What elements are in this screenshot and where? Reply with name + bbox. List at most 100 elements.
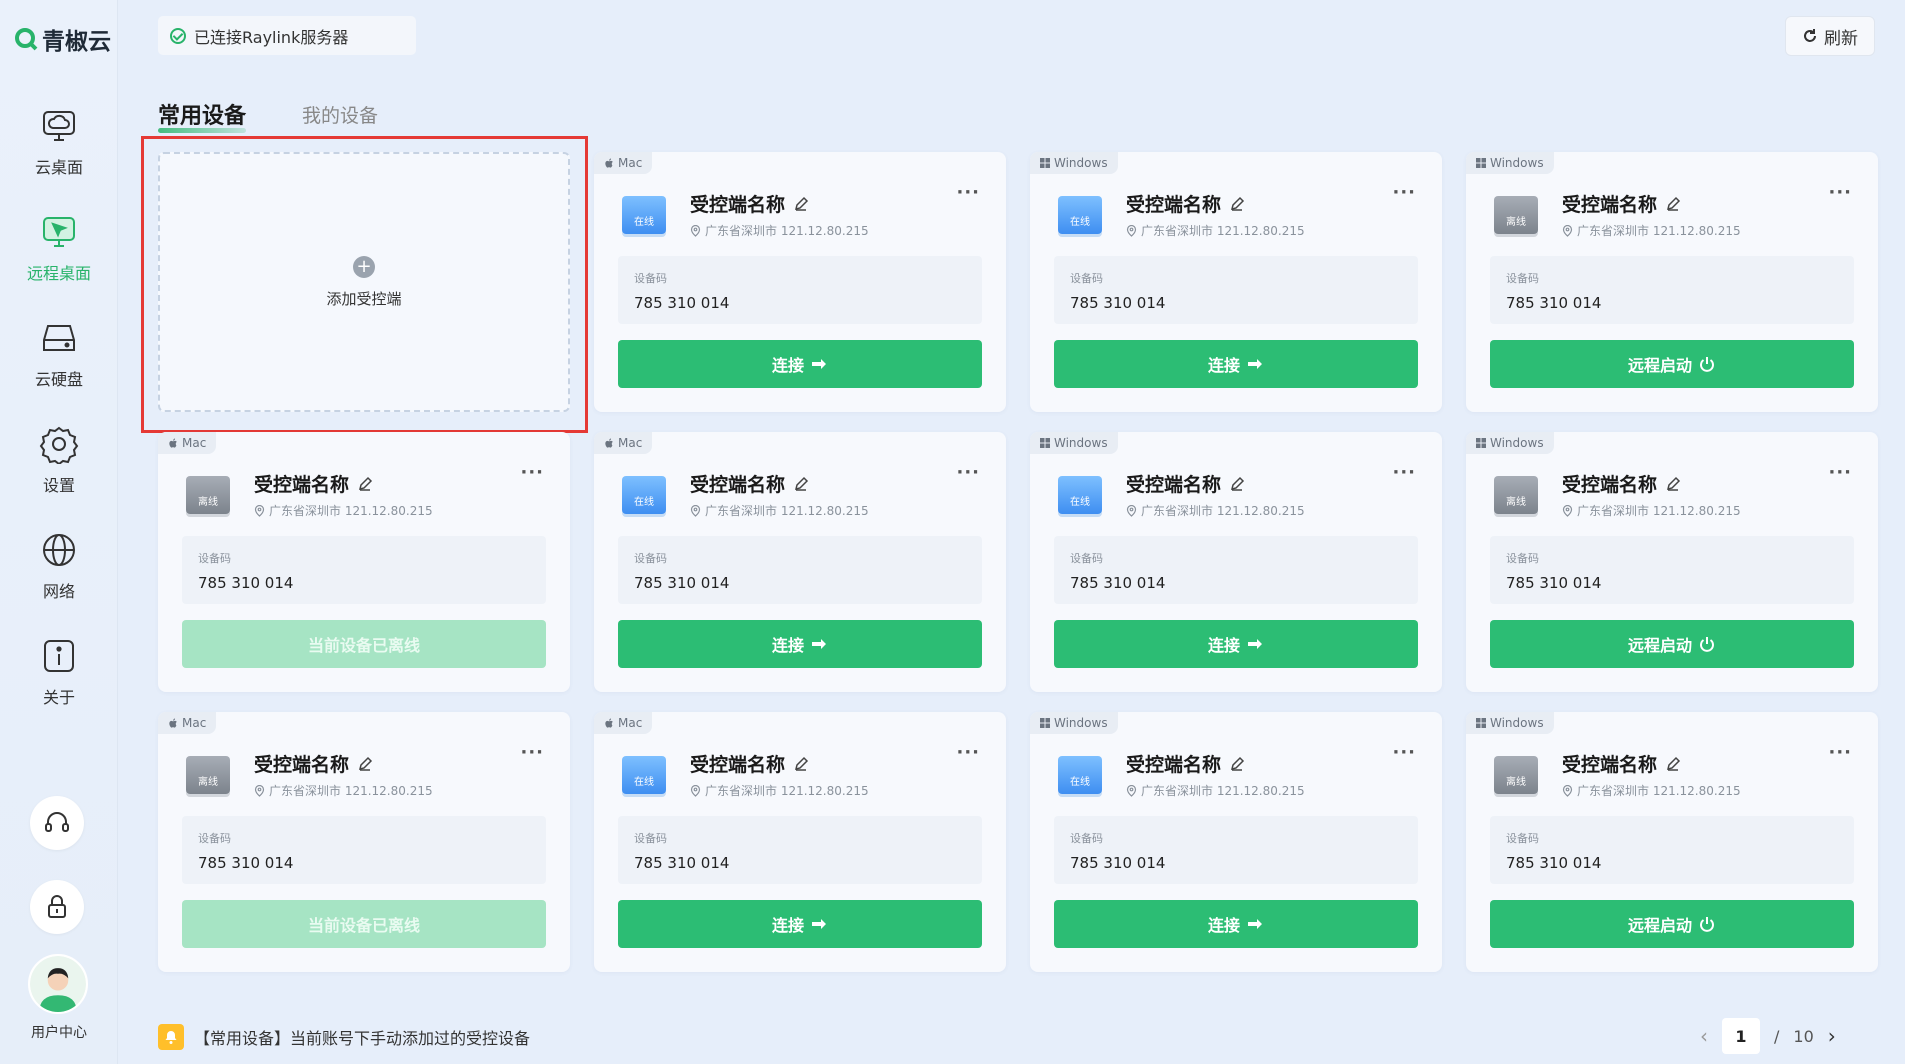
os-label: Mac [618,716,643,730]
device-name: 受控端名称 [1126,750,1245,777]
sidebar-item-remote-desktop[interactable]: 远程桌面 [0,212,118,284]
more-options-icon[interactable]: ··· [520,742,544,763]
more-options-icon[interactable]: ··· [1392,742,1416,763]
device-thumbnail: 离线 [186,476,230,514]
device-card: Windows 离线 受控端名称 广东省深圳市 121.12.80.215 ··· 设备码… [1466,152,1878,412]
offline-button: 当前设备已离线 [182,900,546,948]
location-pin-icon [1126,504,1137,517]
more-options-icon[interactable]: ··· [1828,742,1852,763]
more-options-icon[interactable]: ··· [1392,182,1416,203]
device-status-badge: 在线 [634,217,654,228]
edit-icon[interactable] [357,756,373,772]
sidebar-item-cloud-desktop[interactable]: 云桌面 [0,106,118,178]
windows-icon [1476,718,1486,728]
edit-icon[interactable] [1229,756,1245,772]
connect-button[interactable]: 连接 [1054,340,1418,388]
more-options-icon[interactable]: ··· [956,182,980,203]
os-label: Windows [1054,436,1108,450]
remote-start-button[interactable]: 远程启动 [1490,900,1854,948]
device-code-label: 设备码 [1506,552,1539,565]
device-location: 广东省深圳市 121.12.80.215 [690,222,869,239]
pagination: ‹ 1 / 10 › [1700,1018,1836,1054]
edit-icon[interactable] [357,476,373,492]
device-name-text: 受控端名称 [1562,194,1658,216]
device-name: 受控端名称 [1562,190,1681,217]
more-options-icon[interactable]: ··· [956,462,980,483]
device-name: 受控端名称 [254,470,373,497]
more-options-icon[interactable]: ··· [1392,462,1416,483]
add-tile-label: 添加受控端 [326,289,402,308]
device-status-badge: 在线 [634,777,654,788]
edit-icon[interactable] [1229,196,1245,212]
user-center-label[interactable]: 用户中心 [0,1022,118,1042]
edit-icon[interactable] [1665,196,1681,212]
edit-icon[interactable] [793,476,809,492]
location-pin-icon [1126,224,1137,237]
current-page[interactable]: 1 [1722,1018,1760,1054]
action-label: 远程启动 [1627,356,1692,375]
device-thumbnail: 在线 [1058,476,1102,514]
os-label: Windows [1054,156,1108,170]
connect-button[interactable]: 连接 [1054,620,1418,668]
more-options-icon[interactable]: ··· [956,742,980,763]
sidebar-item-network[interactable]: 网络 [0,530,118,602]
globe-icon [43,534,75,566]
os-tag: Windows [1030,432,1118,454]
sidebar-item-settings[interactable]: 设置 [0,424,118,496]
check-circle-icon [170,27,186,44]
sidebar-item-cloud-disk[interactable]: 云硬盘 [0,318,118,390]
device-code-label: 设备码 [1070,272,1103,285]
os-label: Mac [182,716,207,730]
connect-button[interactable]: 连接 [618,620,982,668]
edit-icon[interactable] [793,756,809,772]
device-code-label: 设备码 [1070,552,1103,565]
device-code-label: 设备码 [1070,832,1103,845]
windows-icon [1476,158,1486,168]
next-page-icon[interactable]: › [1828,1024,1836,1048]
action-label: 远程启动 [1627,636,1692,655]
device-status-badge: 离线 [198,777,218,788]
support-button[interactable] [30,796,84,850]
edit-icon[interactable] [793,196,809,212]
connect-button[interactable]: 连接 [1054,900,1418,948]
remote-start-button[interactable]: 远程启动 [1490,340,1854,388]
add-controlled-device-tile[interactable]: + 添加受控端 [158,152,570,412]
sidebar-item-label: 远程桌面 [26,264,91,283]
device-location: 广东省深圳市 121.12.80.215 [1562,782,1741,799]
avatar[interactable] [28,954,88,1014]
more-options-icon[interactable]: ··· [520,462,544,483]
refresh-label: 刷新 [1824,28,1858,49]
device-status-badge: 在线 [1070,777,1090,788]
device-location: 广东省深圳市 121.12.80.215 [254,782,433,799]
refresh-button[interactable]: 刷新 [1785,16,1875,56]
edit-icon[interactable] [1229,476,1245,492]
device-location: 广东省深圳市 121.12.80.215 [1126,502,1305,519]
tab-common-devices[interactable]: 常用设备 [158,98,247,133]
device-location: 广东省深圳市 121.12.80.215 [690,502,869,519]
sidebar-item-label: 网络 [42,582,75,601]
os-tag: Mac [158,432,217,454]
sidebar-item-about[interactable]: 关于 [0,636,118,708]
device-code-label: 设备码 [1506,272,1539,285]
plus-icon: + [353,255,375,278]
lock-button[interactable] [30,880,84,934]
location-pin-icon [690,784,701,797]
tab-my-devices[interactable]: 我的设备 [302,101,378,128]
device-status-badge: 在线 [1070,217,1090,228]
app-logo[interactable]: 青椒云 [14,22,111,56]
more-options-icon[interactable]: ··· [1828,462,1852,483]
device-name-text: 受控端名称 [690,754,786,776]
info-icon [44,640,74,672]
edit-icon[interactable] [1665,476,1681,492]
gear-icon [39,426,79,464]
os-tag: Windows [1466,432,1554,454]
device-code-value: 785 310 014 [1506,294,1602,312]
remote-start-button[interactable]: 远程启动 [1490,620,1854,668]
apple-icon [605,438,613,448]
prev-page-icon[interactable]: ‹ [1700,1024,1708,1048]
device-code-value: 785 310 014 [1070,574,1166,592]
more-options-icon[interactable]: ··· [1828,182,1852,203]
connect-button[interactable]: 连接 [618,900,982,948]
edit-icon[interactable] [1665,756,1681,772]
connect-button[interactable]: 连接 [618,340,982,388]
